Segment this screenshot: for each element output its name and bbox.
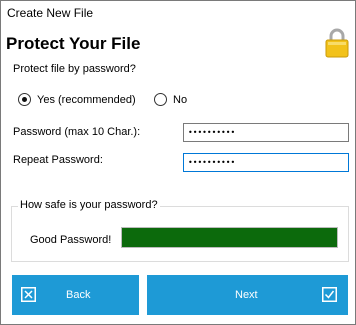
window-title: Create New File: [7, 6, 94, 20]
repeat-password-label: Repeat Password:: [13, 154, 103, 166]
radio-no-label: No: [173, 93, 188, 106]
next-button[interactable]: Next: [147, 275, 348, 315]
radio-no[interactable]: No: [154, 93, 187, 106]
close-box-icon: [21, 287, 36, 302]
password-strength-label: Good Password!: [30, 234, 112, 246]
protect-question: Protect file by password?: [13, 63, 136, 75]
repeat-password-field[interactable]: [183, 153, 349, 172]
checkbox-checked-icon: [322, 287, 337, 302]
radio-button-checked[interactable]: [18, 93, 31, 106]
title-bar: Create New File: [1, 1, 355, 23]
back-button-label: Back: [66, 289, 91, 301]
create-file-dialog: Create New File Protect Your File Protec…: [0, 0, 356, 325]
radio-yes-label: Yes (recommended): [37, 93, 136, 106]
password-safety-group-title: How safe is your password?: [18, 199, 160, 211]
next-button-label: Next: [235, 289, 258, 301]
page-title: Protect Your File: [6, 34, 141, 53]
password-strength-meter: [121, 227, 338, 248]
password-label: Password (max 10 Char.):: [13, 126, 141, 138]
back-button[interactable]: Back: [12, 275, 139, 315]
radio-yes-recommended[interactable]: Yes (recommended): [18, 93, 136, 106]
radio-button-unchecked[interactable]: [154, 93, 167, 106]
password-field[interactable]: [183, 123, 349, 142]
password-strength-fill: [122, 228, 337, 247]
padlock-icon: [325, 28, 349, 58]
